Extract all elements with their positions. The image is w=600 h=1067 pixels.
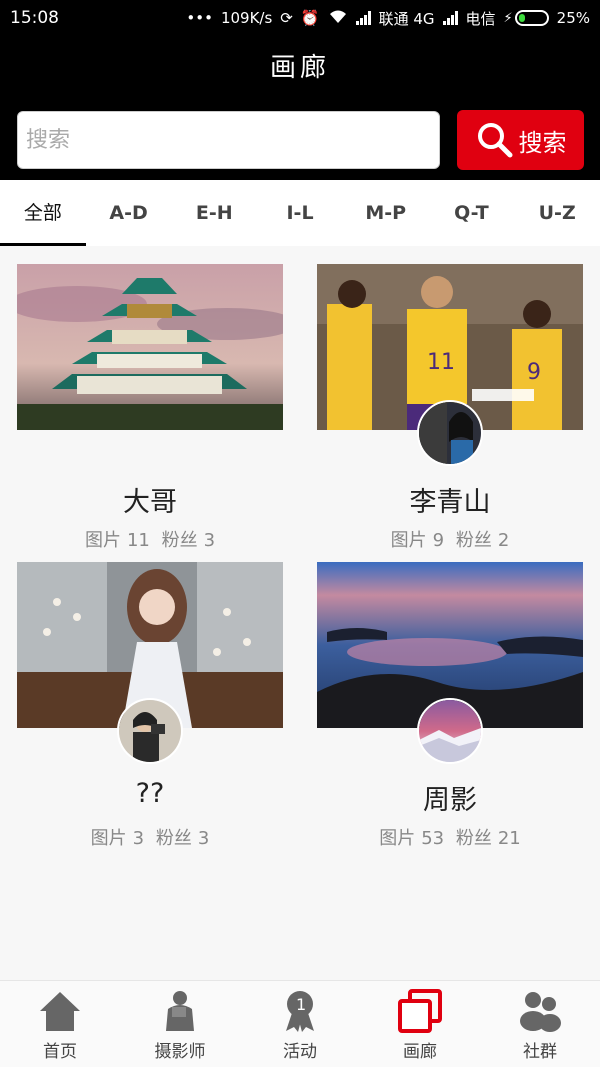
gallery-icon (398, 989, 442, 1033)
card-stats: 图片 53 粉丝 21 (317, 824, 583, 850)
photographer-icon (166, 991, 194, 1031)
nav-activity[interactable]: 1 活动 (240, 981, 360, 1067)
tab-e-h[interactable]: E-H (171, 180, 257, 246)
gallery-card[interactable]: 周影 图片 53 粉丝 21 (317, 562, 583, 849)
nav-photographer[interactable]: 摄影师 (120, 981, 240, 1067)
search-button[interactable]: 搜索 (457, 110, 584, 170)
status-right: ••• 109K/s ⟳ ⏰ 联通 4G 电信 ⚡ 25% (186, 8, 590, 29)
award-icon: 1 (286, 991, 314, 1032)
nav-home-label: 首页 (43, 1042, 77, 1062)
fans-count: 2 (497, 530, 510, 551)
photographer-name[interactable]: 大哥 (17, 480, 283, 519)
gallery-card[interactable]: 11 9 李青山 图片 9 粉丝 2 (317, 264, 583, 551)
photos-count: 3 (132, 828, 145, 849)
tab-q-t[interactable]: Q-T (429, 180, 515, 246)
letter-tabs: 全部 A-D E-H I-L M-P Q-T U-Z (0, 180, 600, 246)
photographer-name[interactable]: 李青山 (317, 480, 583, 519)
svg-text:9: 9 (527, 360, 541, 385)
fans-count: 3 (203, 530, 216, 551)
card-stats: 图片 9 粉丝 2 (317, 526, 583, 552)
page-title: 画廊 (0, 36, 600, 100)
notification-dots: ••• (186, 9, 213, 27)
gallery-card[interactable]: ?? 图片 3 粉丝 3 (17, 562, 283, 849)
photos-count: 9 (432, 530, 445, 551)
fans-count: 21 (497, 828, 521, 849)
nav-photographer-label: 摄影师 (154, 1042, 206, 1062)
alarm-icon: ⏰ (300, 9, 320, 27)
photos-count: 53 (421, 828, 445, 849)
avatar[interactable] (117, 698, 183, 764)
tab-m-p[interactable]: M-P (343, 180, 429, 246)
photos-label: 图片 (84, 530, 121, 551)
nav-gallery[interactable]: 画廊 (360, 981, 480, 1067)
card-stats: 图片 3 粉丝 3 (17, 824, 283, 850)
nav-gallery-label: 画廊 (403, 1042, 437, 1062)
tab-u-z[interactable]: U-Z (514, 180, 600, 246)
fans-label: 粉丝 (161, 530, 198, 551)
battery-percent: 25% (556, 9, 590, 27)
bottom-nav: 首页 摄影师 1 活动 画廊 社群 (0, 980, 600, 1067)
status-time: 15:08 (10, 8, 59, 28)
search-button-label: 搜索 (518, 128, 567, 157)
fans-label: 粉丝 (455, 828, 492, 849)
search-icon (477, 123, 512, 158)
signal-icon-2 (442, 11, 458, 25)
tab-i-l[interactable]: I-L (257, 180, 343, 246)
wifi-icon (328, 8, 348, 28)
gallery-card[interactable]: 大哥 图片 11 粉丝 3 (17, 264, 283, 551)
search-input[interactable] (17, 111, 440, 169)
status-bar: 15:08 ••• 109K/s ⟳ ⏰ 联通 4G 电信 ⚡ 25% (0, 0, 600, 36)
search-bar: 搜索 (0, 100, 600, 180)
photos-label: 图片 (90, 828, 127, 849)
nav-community-label: 社群 (523, 1042, 557, 1062)
photos-label: 图片 (390, 530, 427, 551)
avatar[interactable] (417, 698, 483, 764)
battery-icon: ⚡ (504, 10, 549, 26)
nav-community[interactable]: 社群 (480, 981, 600, 1067)
signal-icon (355, 11, 371, 25)
fans-count: 3 (197, 828, 210, 849)
carrier-2: 电信 (465, 9, 496, 28)
photos-count: 11 (126, 530, 150, 551)
home-icon (40, 992, 80, 1031)
card-stats: 图片 11 粉丝 3 (17, 526, 283, 552)
castle-photo[interactable] (17, 264, 283, 430)
svg-text:11: 11 (427, 350, 455, 375)
carrier-1: 联通 4G (378, 9, 435, 28)
photos-label: 图片 (379, 828, 416, 849)
network-speed: 109K/s (220, 9, 273, 27)
photographer-name[interactable]: ?? (17, 778, 283, 809)
nav-activity-label: 活动 (283, 1042, 317, 1062)
photographer-name[interactable]: 周影 (317, 778, 583, 817)
avatar[interactable] (417, 400, 483, 466)
svg-text:1: 1 (296, 995, 306, 1014)
fans-label: 粉丝 (155, 828, 192, 849)
tab-a-d[interactable]: A-D (86, 180, 172, 246)
sync-icon: ⟳ (280, 9, 293, 27)
nav-home[interactable]: 首页 (0, 981, 120, 1067)
community-icon (520, 992, 561, 1032)
tab-all[interactable]: 全部 (0, 180, 86, 246)
fans-label: 粉丝 (455, 530, 492, 551)
